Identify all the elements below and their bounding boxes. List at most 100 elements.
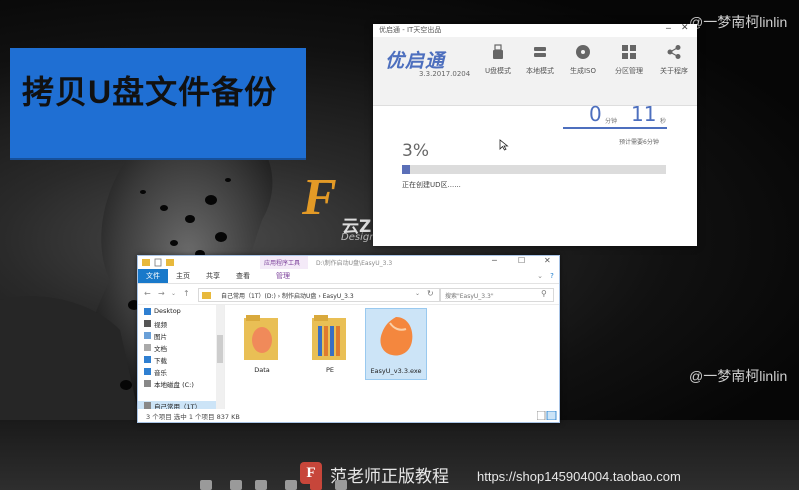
progress-bar-fill bbox=[402, 165, 410, 174]
help-icon[interactable]: ? bbox=[546, 269, 558, 283]
usb-icon bbox=[493, 44, 503, 59]
nav-local-mode[interactable]: 本地模式 bbox=[520, 42, 560, 88]
tab-home[interactable]: 主页 bbox=[170, 269, 196, 283]
nav-local-mode-label: 本地模式 bbox=[526, 67, 554, 75]
taskbar-icon[interactable] bbox=[310, 480, 322, 490]
file-name-pe: PE bbox=[325, 366, 335, 374]
leopard-spot bbox=[120, 380, 132, 390]
file-name-data: Data bbox=[254, 366, 270, 374]
music-icon bbox=[144, 368, 151, 375]
picture-icon bbox=[144, 332, 151, 339]
tab-view[interactable]: 查看 bbox=[230, 269, 256, 283]
tab-manage[interactable]: 管理 bbox=[268, 269, 298, 283]
search-box[interactable]: 搜索"EasyU_3.3" ⚲ bbox=[440, 288, 554, 302]
nav-item-pictures[interactable]: 图片 bbox=[144, 331, 167, 341]
progress-bar bbox=[402, 165, 666, 174]
nav-item-music[interactable]: 音乐 bbox=[144, 367, 167, 377]
nav-generate-iso[interactable]: 生成ISO bbox=[563, 42, 603, 88]
nav-item-local-disk-c[interactable]: 本地磁盘 (C:) bbox=[144, 379, 194, 389]
video-icon bbox=[144, 320, 151, 327]
partition-icon bbox=[622, 45, 636, 59]
file-item-pe[interactable]: PE bbox=[300, 308, 360, 378]
progress-percent: 3% bbox=[402, 141, 429, 161]
large-icons-view-icon bbox=[546, 411, 557, 420]
file-item-easyu-exe[interactable]: EasyU_v3.3.exe bbox=[365, 308, 427, 380]
nav-partition-manager[interactable]: 分区管理 bbox=[609, 42, 649, 88]
minimize-icon[interactable]: ─ bbox=[666, 24, 671, 33]
ribbon-expand-icon[interactable]: ⌄ bbox=[534, 269, 546, 283]
app-icon bbox=[380, 317, 413, 356]
folder-icon bbox=[312, 315, 346, 360]
timer-seconds: 11 bbox=[631, 102, 657, 126]
desktop-logo-letter: F bbox=[302, 169, 337, 226]
tool-window: 优启通 - IT天空出品 ─ ✕ 优启通 3.3.2017.0204 U盘模式 … bbox=[373, 23, 697, 246]
explorer-status-bar: 3 个项目 选中 1 个项目 837 KB bbox=[138, 409, 559, 422]
refresh-icon[interactable]: ↻ bbox=[427, 289, 434, 298]
taskbar-icon[interactable] bbox=[285, 480, 297, 490]
download-icon bbox=[144, 356, 151, 363]
file-item-data[interactable]: Data bbox=[232, 308, 292, 378]
forward-icon[interactable]: → bbox=[158, 289, 165, 298]
drive-icon bbox=[144, 380, 151, 387]
settings-icon bbox=[667, 45, 681, 59]
view-toggle-icons[interactable] bbox=[537, 411, 557, 420]
navigation-pane: Desktop 视频 图片 文档 下载 音乐 本地磁盘 (C:) 自己常用（1T… bbox=[138, 305, 225, 411]
progress-status-text: 正在创建UD区...... bbox=[402, 181, 461, 189]
address-bar[interactable]: 自己常用（1T）(D:) › 制作启动U盘 › EasyU_3.3 ⌄ ↻ bbox=[198, 288, 440, 302]
leopard-spot bbox=[140, 190, 146, 194]
quick-access-toolbar bbox=[142, 258, 174, 267]
search-icon[interactable]: ⚲ bbox=[541, 289, 547, 298]
disc-icon bbox=[576, 45, 590, 59]
properties-icon bbox=[154, 258, 162, 267]
document-icon bbox=[144, 344, 151, 351]
leopard-spot bbox=[215, 232, 227, 242]
taskbar-icon[interactable] bbox=[335, 480, 347, 490]
context-tab-label: 应用程序工具 bbox=[264, 260, 301, 267]
leopard-spot bbox=[170, 240, 178, 246]
status-bar-text: 3 个项目 选中 1 个项目 837 KB bbox=[146, 413, 240, 421]
maximize-icon[interactable]: ☐ bbox=[518, 256, 525, 265]
address-dropdown-icon[interactable]: ⌄ bbox=[415, 290, 420, 297]
timer-estimate: 预计需要6分钟 bbox=[619, 139, 659, 146]
nav-scrollbar-thumb[interactable] bbox=[217, 335, 223, 363]
desktop-logo-subtext: Design bbox=[341, 232, 376, 243]
nav-scrollbar[interactable] bbox=[216, 305, 224, 409]
up-icon[interactable]: ↑ bbox=[183, 289, 190, 298]
taskbar-icon[interactable] bbox=[255, 480, 267, 490]
taskbar-icon[interactable] bbox=[230, 480, 242, 490]
address-row: ← → ⌄ ↑ 自己常用（1T）(D:) › 制作启动U盘 › EasyU_3.… bbox=[138, 284, 559, 305]
nav-item-downloads[interactable]: 下载 bbox=[144, 355, 167, 365]
nav-about[interactable]: 关于程序 bbox=[654, 42, 694, 88]
nav-usb-mode[interactable]: U盘模式 bbox=[478, 42, 518, 88]
nav-about-label: 关于程序 bbox=[660, 67, 688, 75]
close-icon[interactable]: ✕ bbox=[544, 256, 551, 265]
nav-item-documents[interactable]: 文档 bbox=[144, 343, 167, 353]
nav-item-videos[interactable]: 视频 bbox=[144, 319, 167, 329]
nav-item-desktop[interactable]: Desktop bbox=[144, 307, 181, 315]
folder-icon bbox=[244, 315, 278, 360]
tool-brand-logo: 优启通 bbox=[385, 50, 446, 72]
details-view-icon bbox=[537, 411, 546, 420]
taskbar-icon[interactable] bbox=[200, 480, 212, 490]
ribbon-tabs: 文件 主页 共享 查看 管理 ⌄ ? bbox=[138, 269, 559, 284]
banner-title: 拷贝U盘文件备份 bbox=[22, 74, 278, 110]
leopard-spot bbox=[160, 205, 168, 211]
new-folder-icon bbox=[166, 259, 174, 266]
explorer-window-title: D:\制作启动U盘\EasyU_3.3 bbox=[316, 260, 393, 267]
explorer-window: 应用程序工具 D:\制作启动U盘\EasyU_3.3 ─ ☐ ✕ 文件 主页 共… bbox=[137, 255, 560, 423]
mouse-cursor-icon bbox=[499, 139, 509, 151]
watermark-top: @一梦南柯linlin bbox=[689, 14, 788, 30]
back-icon[interactable]: ← bbox=[144, 289, 151, 298]
tab-file[interactable]: 文件 bbox=[138, 269, 168, 283]
timer-seconds-unit: 秒 bbox=[660, 118, 667, 125]
tab-share[interactable]: 共享 bbox=[200, 269, 226, 283]
recent-dropdown-icon[interactable]: ⌄ bbox=[171, 290, 176, 297]
address-path: 自己常用（1T）(D:) › 制作启动U盘 › EasyU_3.3 bbox=[221, 293, 354, 300]
leopard-spot bbox=[185, 215, 195, 223]
close-icon[interactable]: ✕ bbox=[681, 23, 689, 33]
nav-usb-mode-label: U盘模式 bbox=[484, 67, 512, 75]
desktop-icon bbox=[144, 308, 151, 315]
taskbar bbox=[200, 480, 670, 490]
timer-underline bbox=[563, 127, 667, 129]
minimize-icon[interactable]: ─ bbox=[492, 256, 497, 265]
